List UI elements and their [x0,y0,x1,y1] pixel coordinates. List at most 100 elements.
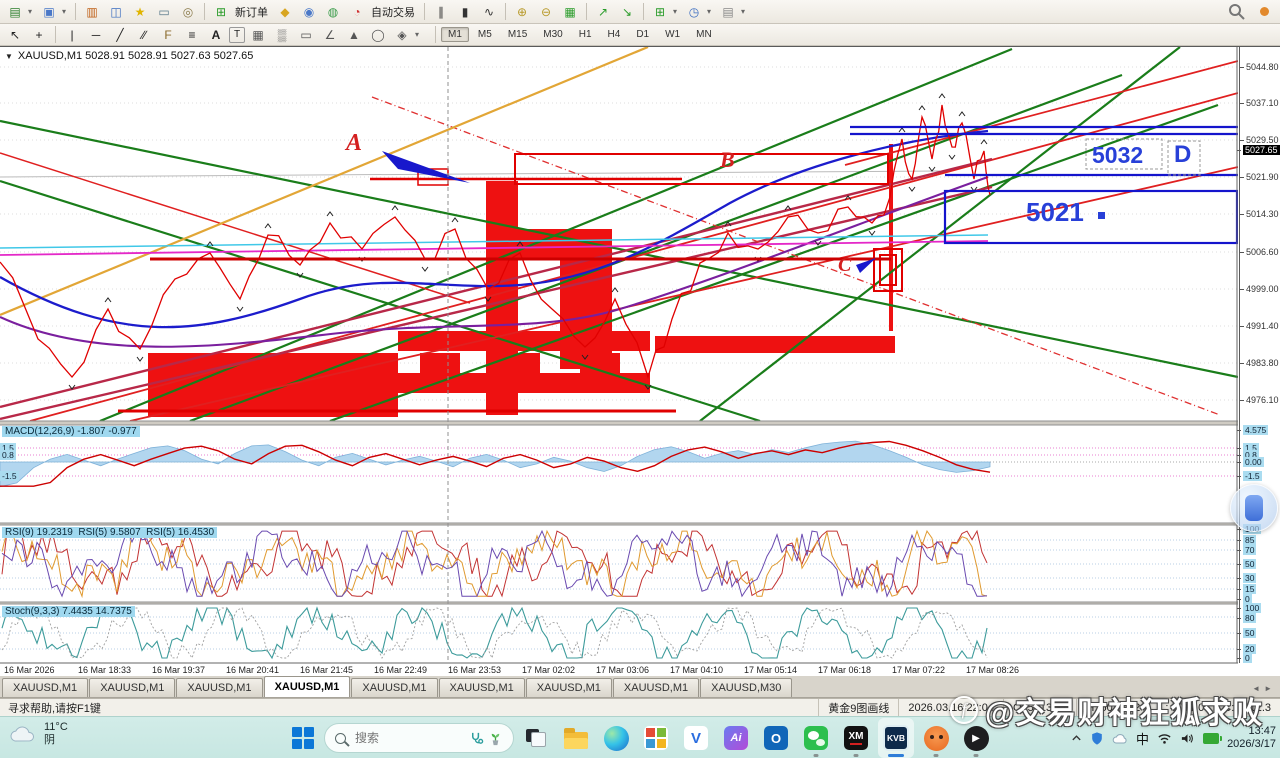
candlestick-icon[interactable]: ▮ [454,2,476,22]
floating-magnifier-icon[interactable] [1228,3,1246,26]
kvb-button[interactable]: KVB [878,718,914,758]
add-indicator-icon[interactable]: ⊞ [649,2,671,22]
crosshair-tool-icon[interactable]: + [28,25,50,45]
periods-icon[interactable]: ◷ [683,2,705,22]
battery-icon[interactable] [1203,733,1219,744]
price-chart-canvas[interactable] [0,47,1238,676]
collapse-icon[interactable]: ▼ [5,52,13,61]
fibonacci-tool-icon[interactable]: F [157,25,179,45]
chart-tab[interactable]: XAUUSD,M30 [700,678,792,697]
timeframe-mn-button[interactable]: MN [689,27,719,42]
rectangle-tool-icon[interactable]: ▭ [295,25,317,45]
chart-shift-icon[interactable]: ↘ [616,2,638,22]
file-explorer-button[interactable] [558,718,594,758]
price-axis[interactable]: 5044.80 5037.10 5029.50 5027.65 5021.90 … [1239,47,1280,663]
weather-widget[interactable]: 11°C 阴 [8,721,68,747]
profiles-icon[interactable]: ▣ [38,2,60,22]
chart-area[interactable]: ▼ XAUUSD,M1 5028.91 5028.91 5027.63 5027… [0,46,1280,676]
wechat-button[interactable] [798,718,834,758]
search-highlight-icons[interactable] [469,731,503,746]
add-indicator-dropdown-icon[interactable]: ▾ [673,7,681,16]
annotation-d[interactable]: D [1174,143,1191,167]
tiger-app-button[interactable] [918,718,954,758]
arrows-tool-icon[interactable]: ◈ [391,25,413,45]
timeframe-m1-button[interactable]: M1 [441,27,469,42]
cloud-tray-icon[interactable] [1112,732,1128,745]
annotation-dot[interactable] [1098,212,1105,219]
chart-tab[interactable]: XAUUSD,M1 [439,678,525,697]
xm-button[interactable]: XM [838,718,874,758]
media-player-button[interactable]: ▶ [958,718,994,758]
chart-tab-active[interactable]: XAUUSD,M1 [264,676,351,697]
annotation-b[interactable]: B [720,149,735,171]
edge-button[interactable] [598,718,634,758]
new-chart-dropdown-icon[interactable]: ▾ [28,7,36,16]
text-label-tool-icon[interactable]: T [229,27,245,43]
tab-scroll-right-icon[interactable]: ► [1264,684,1272,693]
data-window-icon[interactable]: ◫ [105,2,127,22]
timeframe-d1-button[interactable]: D1 [629,27,656,42]
timeframe-w1-button[interactable]: W1 [658,27,687,42]
timeframe-m30-button[interactable]: M30 [536,27,569,42]
mail-app-button[interactable]: O [758,718,794,758]
search-input[interactable] [353,730,452,746]
pattern-tool-icon[interactable]: ▒ [271,25,293,45]
new-chart-icon[interactable]: ▤ [4,2,26,22]
news-icon[interactable]: ◍ [322,2,344,22]
tab-scroll-left-icon[interactable]: ◄ [1252,684,1260,693]
bar-chart-icon[interactable]: ∥ [430,2,452,22]
cursor-tool-icon[interactable]: ↖ [4,25,26,45]
chart-tab[interactable]: XAUUSD,M1 [2,678,88,697]
chart-tab[interactable]: XAUUSD,M1 [613,678,699,697]
chart-tab[interactable]: XAUUSD,M1 [89,678,175,697]
grid-tool-icon[interactable]: ▦ [247,25,269,45]
auto-scroll-icon[interactable]: ↗ [592,2,614,22]
wifi-icon[interactable] [1157,732,1172,745]
timeframe-m5-button[interactable]: M5 [471,27,499,42]
chart-tab[interactable]: XAUUSD,M1 [526,678,612,697]
history-center-icon[interactable]: ◆ [274,2,296,22]
ime-indicator[interactable]: 中 [1136,729,1149,748]
security-shield-icon[interactable] [1090,731,1104,746]
rays-tool-icon[interactable]: ≡ [181,25,203,45]
templates-dropdown-icon[interactable]: ▾ [741,7,749,16]
annotation-level-5021[interactable]: 5021 [1026,199,1084,225]
horizontal-line-tool-icon[interactable]: ─ [85,25,107,45]
zoom-in-icon[interactable]: ⊕ [511,2,533,22]
navigator-icon[interactable]: ★ [129,2,151,22]
angle-tool-icon[interactable]: ∠ [319,25,341,45]
profiles-dropdown-icon[interactable]: ▾ [62,7,70,16]
line-chart-icon[interactable]: ∿ [478,2,500,22]
annotation-level-5032[interactable]: 5032 [1092,144,1143,167]
ellipse-tool-icon[interactable]: ◯ [367,25,389,45]
v-app-button[interactable]: V [678,718,714,758]
volume-icon[interactable] [1180,732,1195,745]
annotation-a[interactable]: A [346,131,362,155]
new-order-icon[interactable]: ⊞ [210,2,232,22]
ai-app-button[interactable]: Ai [718,718,754,758]
tray-clock[interactable]: 13:47 2026/3/17 [1227,725,1276,751]
tile-windows-icon[interactable]: ▦ [559,2,581,22]
triangle-tool-icon[interactable]: ▲ [343,25,365,45]
floating-assistant-button[interactable] [1230,484,1278,532]
templates-icon[interactable]: ▤ [717,2,739,22]
timeframe-h4-button[interactable]: H4 [601,27,628,42]
periods-dropdown-icon[interactable]: ▾ [707,7,715,16]
text-tool-icon[interactable]: A [205,25,227,45]
trendline-tool-icon[interactable]: ╱ [109,25,131,45]
store-button[interactable] [638,718,674,758]
new-order-label[interactable]: 新订单 [235,4,268,20]
timeframe-h1-button[interactable]: H1 [572,27,599,42]
channel-tool-icon[interactable]: ∕∕ [133,25,155,45]
strategy-tester-icon[interactable]: ◎ [177,2,199,22]
experts-icon[interactable]: ◉ [298,2,320,22]
autotrade-icon[interactable]: ◔ [346,2,368,22]
taskbar-search[interactable] [324,723,514,753]
task-view-button[interactable] [518,718,554,758]
annotation-c[interactable]: C [838,255,851,275]
zoom-out-icon[interactable]: ⊖ [535,2,557,22]
start-button[interactable] [286,718,320,758]
chart-tab[interactable]: XAUUSD,M1 [176,678,262,697]
market-watch-icon[interactable]: ▥ [81,2,103,22]
vertical-line-tool-icon[interactable]: | [61,25,83,45]
